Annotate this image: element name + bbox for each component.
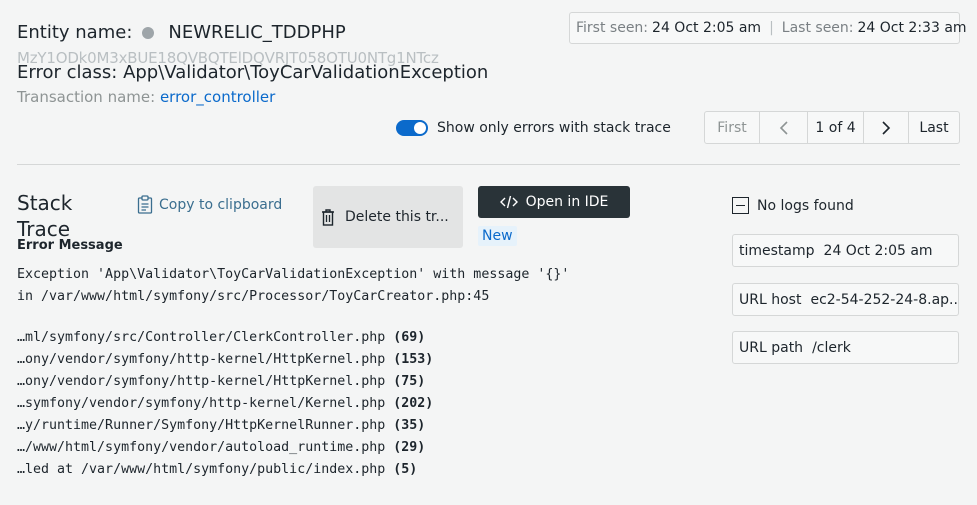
open-in-ide-button[interactable]: Open in IDE [478, 186, 630, 218]
stack-frame: …symfony/vendor/symfony/http-kernel/Kern… [17, 396, 434, 411]
stack-frame: …/www/html/symfony/vendor/autoload_runti… [17, 440, 426, 455]
attribute-key: timestamp [739, 242, 815, 259]
entity-status-dot [142, 26, 155, 39]
page-indicator: 1 of 4 [808, 112, 864, 143]
stack-frame: …led at /var/www/html/symfony/public/ind… [17, 462, 418, 477]
delete-button-label: Delete this tr... [345, 209, 449, 225]
logs-toggle[interactable]: No logs found [732, 197, 854, 214]
attribute-url-path: URL path /clerk [732, 331, 959, 364]
seen-separator: | [769, 20, 774, 36]
transaction-name-label: Transaction name: [17, 88, 156, 106]
collapse-icon [732, 197, 749, 214]
error-message-title: Error Message [17, 238, 123, 253]
entity-name-label: Entity name: [17, 22, 133, 43]
exception-message: Exception 'App\Validator\ToyCarValidatio… [17, 267, 570, 282]
attribute-url-host: URL host ec2-54-252-24-8.ap... [732, 283, 959, 316]
transaction-name-link[interactable]: error_controller [160, 88, 275, 106]
copy-to-clipboard-button[interactable]: Copy to clipboard [137, 195, 282, 214]
stack-frames: …ml/symfony/src/Controller/ClerkControll… [17, 329, 433, 483]
attribute-value: ec2-54-252-24-8.ap... [810, 291, 959, 308]
attribute-value: /clerk [812, 339, 851, 356]
open-in-ide-label: Open in IDE [525, 194, 609, 210]
entity-name-value: NEWRELIC_TDDPHP [168, 22, 346, 43]
copy-to-clipboard-label: Copy to clipboard [159, 196, 283, 213]
stack-frame: …ony/vendor/symfony/http-kernel/HttpKern… [17, 352, 434, 367]
no-logs-label: No logs found [757, 197, 854, 214]
first-seen-value: 24 Oct 2:05 am [652, 20, 762, 36]
stack-frame: …y/runtime/Runner/Symfony/HttpKernelRunn… [17, 418, 426, 433]
chevron-left-icon [779, 120, 788, 135]
attribute-key: URL path [739, 339, 804, 356]
first-page-button[interactable]: First [705, 112, 760, 143]
stack-trace-toggle-label: Show only errors with stack trace [437, 120, 671, 136]
attribute-key: URL host [739, 291, 802, 308]
delete-button[interactable]: Delete this tr... [313, 186, 463, 248]
last-seen-value: 24 Oct 2:33 am [857, 20, 967, 36]
last-page-button[interactable]: Last [909, 112, 959, 143]
last-seen-label: Last seen: [781, 20, 854, 36]
section-divider [17, 164, 960, 165]
stack-trace-toggle[interactable] [396, 120, 428, 136]
transaction-name-row: Transaction name: error_controller [17, 88, 275, 106]
stack-frame: …ony/vendor/symfony/http-kernel/HttpKern… [17, 374, 426, 389]
trash-icon [322, 209, 334, 226]
pagination: First 1 of 4 Last [704, 111, 960, 144]
attribute-value: 24 Oct 2:05 am [823, 242, 933, 259]
code-icon [499, 195, 518, 209]
attribute-timestamp: timestamp 24 Oct 2:05 am [732, 234, 959, 267]
stack-trace-filter[interactable]: Show only errors with stack trace [396, 120, 671, 136]
entity-name-row: Entity name: NEWRELIC_TDDPHP [17, 22, 346, 43]
new-badge: New [478, 226, 517, 246]
error-class: Error class: App\Validator\ToyCarValidat… [17, 62, 489, 83]
first-seen-label: First seen: [576, 20, 649, 36]
seen-timestamps: First seen: 24 Oct 2:05 am | Last seen: … [569, 12, 967, 44]
stack-frame: …ml/symfony/src/Controller/ClerkControll… [17, 330, 426, 345]
clipboard-icon [137, 195, 153, 214]
next-page-button[interactable] [864, 112, 909, 143]
prev-page-button[interactable] [760, 112, 808, 143]
stack-trace-title: Stack Trace [17, 191, 73, 241]
exception-location: in /var/www/html/symfony/src/Processor/T… [17, 289, 490, 304]
chevron-right-icon [882, 120, 891, 135]
